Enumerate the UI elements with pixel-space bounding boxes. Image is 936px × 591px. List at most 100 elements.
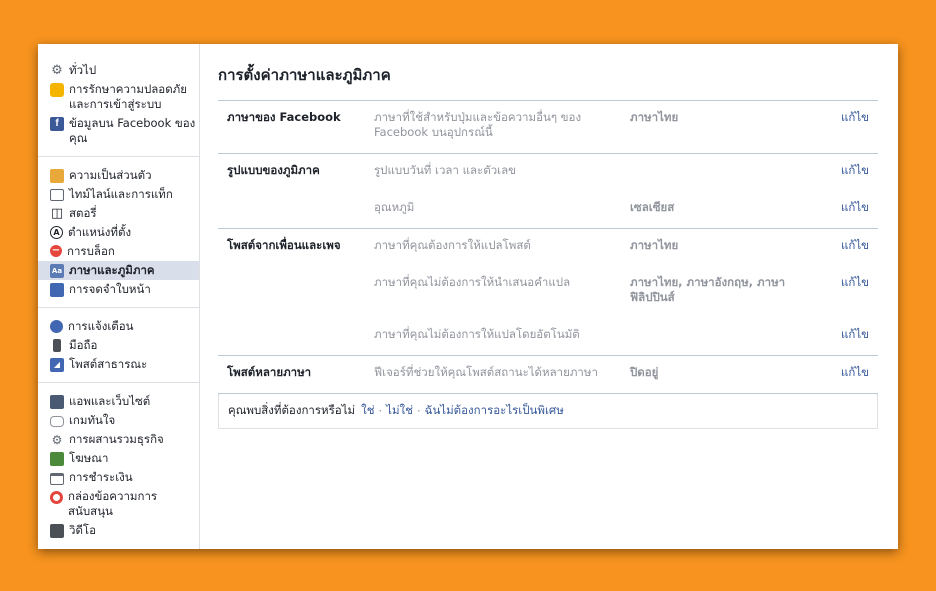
setting-description: ภาษาที่คุณไม่ต้องการให้นำเสนอคำแปล <box>374 275 571 289</box>
setting-value: ภาษาไทย <box>630 110 679 124</box>
sidebar-item-apps[interactable]: แอพและเว็บไซต์ <box>38 392 199 411</box>
sidebar-item-face-recognition[interactable]: การจดจำใบหน้า <box>38 280 199 299</box>
sidebar-item-label: ทั่วไป <box>69 63 97 77</box>
sidebar-item-payments[interactable]: การชำระเงิน <box>38 468 199 487</box>
sidebar-group-apps: แอพและเว็บไซต์ เกมทันใจ ⚙ การผสานรวมธุรก… <box>38 392 199 548</box>
settings-row: รูปแบบของภูมิภาค รูปแบบวันที่ เวลา และตั… <box>218 163 878 200</box>
sidebar-item-label: กล่องข้อความการสนับสนุน <box>68 489 158 518</box>
rss-icon: ◢ <box>50 358 64 372</box>
edit-link[interactable]: แก้ไข <box>790 365 878 380</box>
edit-link[interactable]: แก้ไข <box>790 163 878 178</box>
edit-link[interactable]: แก้ไข <box>790 327 878 342</box>
settings-row: โพสต์หลายภาษา ฟีเจอร์ที่ช่วยให้คุณโพสต์ส… <box>218 365 878 386</box>
shield-icon <box>50 83 64 97</box>
settings-row: ภาษาที่คุณไม่ต้องการให้แปลโดยอัตโนมัติ แ… <box>218 327 878 348</box>
language-icon: Aa <box>50 264 64 278</box>
sidebar-group-account: ⚙ ทั่วไป การรักษาความปลอดภัยและการเข้าสู… <box>38 44 199 157</box>
sidebar-item-label: เกมทันใจ <box>69 413 116 427</box>
sidebar-group-privacy: ความเป็นส่วนตัว ไทม์ไลน์และการแท็ก ◫ สตอ… <box>38 166 199 308</box>
sidebar-item-label: ตำแหน่งที่ตั้ง <box>68 225 132 239</box>
section-label-empty <box>218 200 374 215</box>
sidebar-item-language[interactable]: Aa ภาษาและภูมิภาค <box>38 261 199 280</box>
sidebar-item-your-info[interactable]: f ข้อมูลบน Facebook ของคุณ <box>38 114 199 148</box>
sidebar-item-timeline[interactable]: ไทม์ไลน์และการแท็ก <box>38 185 199 204</box>
sidebar-item-label: ความเป็นส่วนตัว <box>69 168 152 182</box>
card-icon <box>50 473 64 485</box>
sidebar-item-label: ภาษาและภูมิภาค <box>69 263 155 277</box>
section-multilingual-posts: โพสต์หลายภาษา ฟีเจอร์ที่ช่วยให้คุณโพสต์ส… <box>218 356 878 394</box>
lifebuoy-icon <box>50 491 63 504</box>
setting-description: ภาษาที่คุณต้องการให้แปลโพสต์ <box>374 238 531 252</box>
globe-icon <box>50 320 63 333</box>
setting-value: ปิดอยู่ <box>630 365 659 379</box>
sidebar-item-label: การผสานรวมธุรกิจ <box>69 432 164 446</box>
mobile-icon <box>53 339 61 352</box>
settings-main: การตั้งค่าภาษาและภูมิภาค ภาษาของ Faceboo… <box>218 44 878 429</box>
sidebar-item-label: ข้อมูลบน Facebook ของคุณ <box>69 116 196 145</box>
sidebar-group-notifications: การแจ้งเตือน มือถือ ◢ โพสต์สาธารณะ <box>38 317 199 383</box>
business-icon: ⚙ <box>51 433 63 447</box>
sidebar-item-label: โฆษณา <box>69 451 109 465</box>
sidebar-item-ads[interactable]: โฆษณา <box>38 449 199 468</box>
feedback-bar: คุณพบสิ่งที่ต้องการหรือไม่ ใช่ · ไม่ใช่ … <box>218 394 878 429</box>
apps-icon <box>50 395 64 409</box>
feedback-separator: · <box>416 404 421 418</box>
sidebar-item-mobile[interactable]: มือถือ <box>38 336 199 355</box>
sidebar-item-label: การแจ้งเตือน <box>68 319 134 333</box>
sidebar-item-location[interactable]: A ตำแหน่งที่ตั้ง <box>38 223 199 242</box>
sidebar-item-videos[interactable]: วิดีโอ <box>38 521 199 540</box>
settings-row: โพสต์จากเพื่อนและเพจ ภาษาที่คุณต้องการให… <box>218 238 878 275</box>
setting-description: ภาษาที่คุณไม่ต้องการให้แปลโดยอัตโนมัติ <box>374 327 580 341</box>
edit-link[interactable]: แก้ไข <box>790 275 878 305</box>
section-posts-from-friends: โพสต์จากเพื่อนและเพจ ภาษาที่คุณต้องการให… <box>218 229 878 356</box>
section-region-format: รูปแบบของภูมิภาค รูปแบบวันที่ เวลา และตั… <box>218 154 878 229</box>
sidebar-item-privacy[interactable]: ความเป็นส่วนตัว <box>38 166 199 185</box>
feedback-yes-link[interactable]: ใช่ <box>361 402 374 420</box>
feedback-no-link[interactable]: ไม่ใช่ <box>386 402 413 420</box>
edit-link[interactable]: แก้ไข <box>790 200 878 215</box>
setting-value: ภาษาไทย, ภาษาอังกฤษ, ภาษาฟิลิปปินส์ <box>630 275 786 304</box>
sidebar-item-stories[interactable]: ◫ สตอรี่ <box>38 204 199 223</box>
block-icon: − <box>50 245 62 257</box>
edit-link[interactable]: แก้ไข <box>790 238 878 253</box>
sidebar-item-label: สตอรี่ <box>69 206 97 220</box>
feedback-separator: · <box>378 404 383 418</box>
book-icon: ◫ <box>50 206 64 221</box>
setting-description: ฟีเจอร์ที่ช่วยให้คุณโพสต์สถานะได้หลายภาษ… <box>374 365 598 379</box>
setting-description: ภาษาที่ใช้สำหรับปุ่มและข้อความอื่นๆ ของ … <box>374 110 582 139</box>
sidebar-item-public-posts[interactable]: ◢ โพสต์สาธารณะ <box>38 355 199 374</box>
gamepad-icon <box>50 416 64 427</box>
sidebar-item-general[interactable]: ⚙ ทั่วไป <box>38 61 199 80</box>
sidebar-item-label: โพสต์สาธารณะ <box>69 357 148 371</box>
sidebar-item-label: การบล็อก <box>67 244 115 258</box>
setting-description: รูปแบบวันที่ เวลา และตัวเลข <box>374 163 516 177</box>
setting-value: เซลเซียส <box>630 200 675 214</box>
sidebar-item-label: มือถือ <box>69 338 98 352</box>
sidebar-item-security[interactable]: การรักษาความปลอดภัยและการเข้าสู่ระบบ <box>38 80 199 114</box>
sidebar-item-support-inbox[interactable]: กล่องข้อความการสนับสนุน <box>38 487 199 521</box>
section-label: โพสต์หลายภาษา <box>227 365 312 379</box>
sidebar-item-instant-games[interactable]: เกมทันใจ <box>38 411 199 430</box>
setting-value <box>630 163 790 178</box>
settings-row: อุณหภูมิ เซลเซียส แก้ไข <box>218 200 878 221</box>
sidebar-item-label: แอพและเว็บไซต์ <box>69 394 151 408</box>
timeline-icon <box>50 189 64 201</box>
sidebar-item-business-integrations[interactable]: ⚙ การผสานรวมธุรกิจ <box>38 430 199 449</box>
sidebar-item-notifications[interactable]: การแจ้งเตือน <box>38 317 199 336</box>
setting-value <box>630 327 790 342</box>
sidebar-item-label: การรักษาความปลอดภัยและการเข้าสู่ระบบ <box>69 82 188 111</box>
setting-value: ภาษาไทย <box>630 238 679 252</box>
settings-row: ภาษาที่คุณไม่ต้องการให้นำเสนอคำแปล ภาษาไ… <box>218 275 878 327</box>
sidebar-item-label: วิดีโอ <box>69 523 97 537</box>
video-icon <box>50 524 64 538</box>
feedback-no-need-link[interactable]: ฉันไม่ต้องการอะไรเป็นพิเศษ <box>425 402 564 420</box>
edit-link[interactable]: แก้ไข <box>790 110 878 140</box>
setting-description: อุณหภูมิ <box>374 200 415 214</box>
settings-window: ⚙ ทั่วไป การรักษาความปลอดภัยและการเข้าสู… <box>38 44 898 549</box>
facebook-icon: f <box>50 117 64 131</box>
face-icon <box>50 283 64 297</box>
section-label: โพสต์จากเพื่อนและเพจ <box>227 238 341 252</box>
settings-row: ภาษาของ Facebook ภาษาที่ใช้สำหรับปุ่มและ… <box>218 110 878 146</box>
section-label-empty <box>218 327 374 342</box>
sidebar-item-blocking[interactable]: − การบล็อก <box>38 242 199 261</box>
